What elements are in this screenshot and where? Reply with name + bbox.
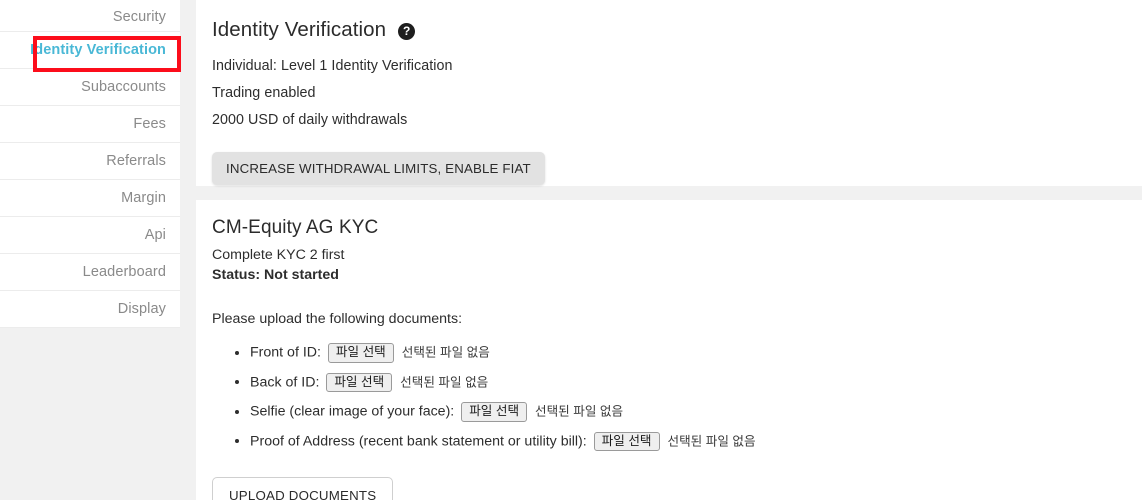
page-title-text: Identity Verification (212, 18, 387, 41)
sidebar-item-margin[interactable]: Margin (0, 180, 180, 217)
sidebar-item-security[interactable]: Security (0, 0, 180, 32)
identity-verification-card: Identity Verification ? Individual: Leve… (196, 0, 1142, 186)
choose-file-button[interactable]: 파일 선택 (327, 343, 394, 363)
selected-file-status: 선택된 파일 없음 (401, 345, 490, 360)
list-item: Front of ID: 파일 선택 선택된 파일 없음 (250, 343, 1142, 373)
choose-file-button[interactable]: 파일 선택 (326, 372, 393, 393)
withdrawal-limit-text: 2000 USD of daily withdrawals (212, 112, 408, 128)
choose-file-button[interactable]: 파일 선택 (461, 402, 528, 422)
sidebar-item-label: Display (117, 301, 166, 317)
sidebar-item-leaderboard[interactable]: Leaderboard (0, 254, 180, 291)
sidebar-item-fees[interactable]: Fees (0, 106, 180, 143)
sidebar-item-label: Api (144, 227, 166, 243)
upload-documents-button[interactable]: UPLOAD DOCUMENTS (212, 477, 394, 500)
document-label: Back of ID: (250, 374, 320, 391)
sidebar-item-referrals[interactable]: Referrals (0, 143, 180, 180)
page-title: Identity Verification ? (212, 0, 1142, 42)
selected-file-status: 선택된 파일 없음 (535, 404, 624, 419)
choose-file-button[interactable]: 파일 선택 (593, 431, 660, 452)
sidebar-item-label: Leaderboard (82, 264, 166, 280)
list-item: Selfie (clear image of your face): 파일 선택… (250, 402, 1142, 432)
cm-equity-kyc-card: CM-Equity AG KYC Complete KYC 2 first St… (196, 200, 1142, 500)
sidebar-item-label: Subaccounts (81, 79, 166, 95)
sidebar-item-identity-verification[interactable]: Identity Verification (0, 32, 180, 69)
upload-instructions-text: Please upload the following documents: (212, 311, 463, 327)
sidebar-item-label: Referrals (106, 153, 166, 169)
sidebar-item-label: Security (112, 9, 166, 25)
sidebar-item-label: Margin (121, 190, 166, 206)
verification-level-text: Individual: Level 1 Identity Verificatio… (212, 58, 453, 74)
trading-status-text: Trading enabled (212, 85, 316, 101)
document-label: Proof of Address (recent bank statement … (250, 433, 587, 450)
sidebar-item-api[interactable]: Api (0, 217, 180, 254)
section-divider (196, 186, 1142, 200)
question-mark-circle-icon[interactable]: ? (398, 22, 416, 40)
kyc-prerequisite-text: Complete KYC 2 first (212, 247, 345, 263)
main-content: Identity Verification ? Individual: Leve… (196, 0, 1142, 500)
list-item: Proof of Address (recent bank statement … (250, 431, 1142, 462)
document-upload-list: Front of ID: 파일 선택 선택된 파일 없음 Back of ID:… (212, 327, 1142, 461)
selected-file-status: 선택된 파일 없음 (667, 434, 756, 449)
sidebar-item-label: Fees (133, 116, 166, 132)
sidebar-item-subaccounts[interactable]: Subaccounts (0, 69, 180, 106)
sidebar-item-display[interactable]: Display (0, 291, 180, 328)
increase-withdrawal-limits-button[interactable]: INCREASE WITHDRAWAL LIMITS, ENABLE FIAT (212, 152, 545, 185)
kyc-section-title: CM-Equity AG KYC (212, 217, 379, 238)
selected-file-status: 선택된 파일 없음 (400, 375, 489, 390)
settings-sidebar: Security Identity Verification Subaccoun… (0, 0, 180, 328)
document-label: Selfie (clear image of your face): (250, 403, 455, 420)
kyc-status-badge: Status: Not started (212, 267, 339, 283)
list-item: Back of ID: 파일 선택 선택된 파일 없음 (250, 372, 1142, 403)
settings-page: Security Identity Verification Subaccoun… (0, 0, 1142, 500)
sidebar-item-label: Identity Verification (30, 42, 166, 58)
document-label: Front of ID: (250, 344, 321, 361)
